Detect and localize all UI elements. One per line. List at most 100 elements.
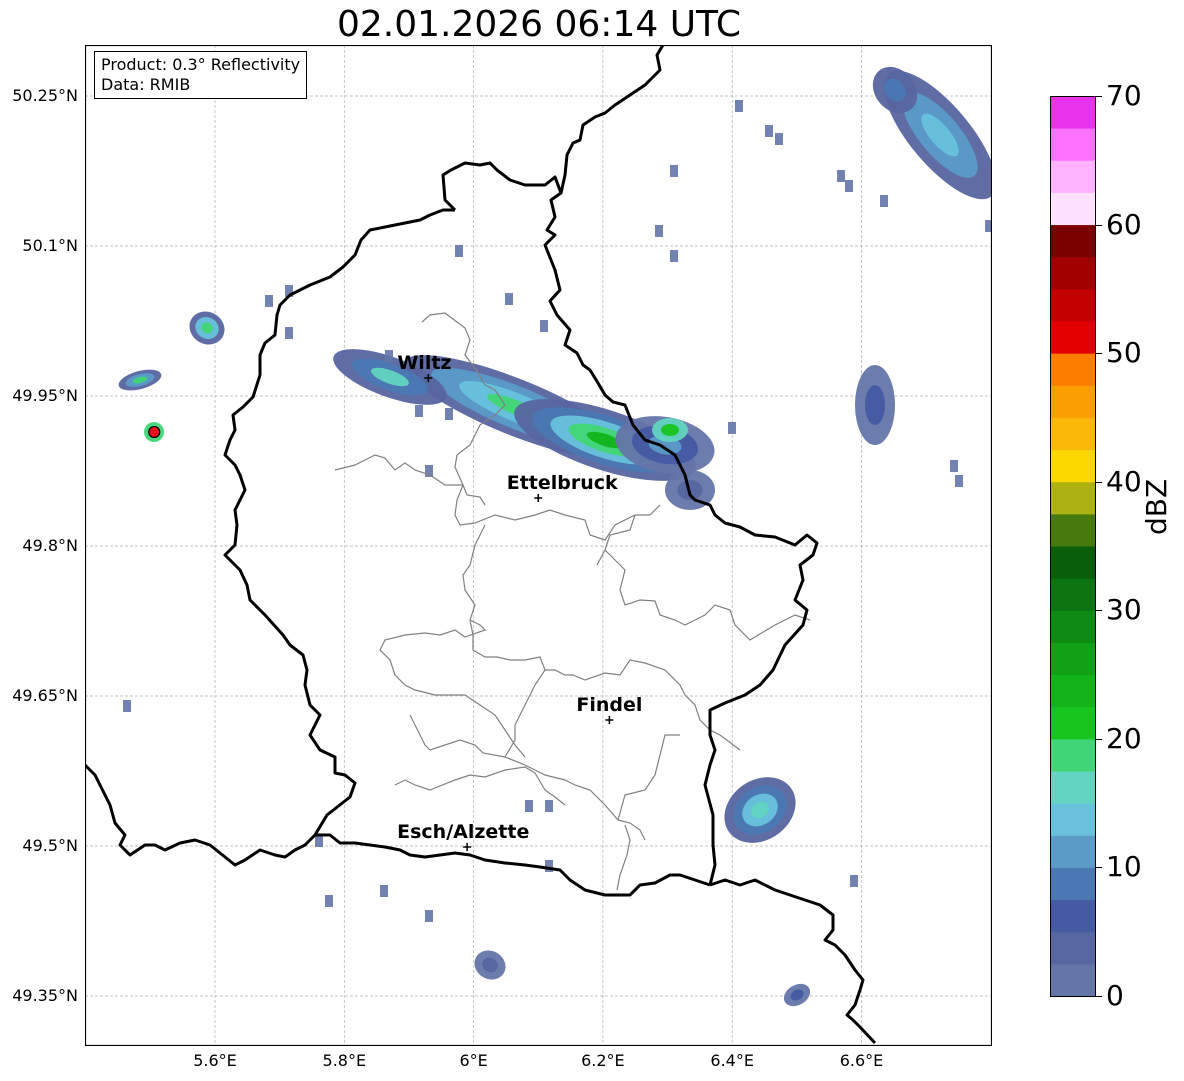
- national-border: [223, 208, 455, 836]
- echo-speck: [525, 800, 533, 812]
- colorbar-segment: [1050, 417, 1096, 451]
- canton-border: [616, 824, 631, 891]
- map-frame-border: [85, 45, 992, 1046]
- echo-speck: [837, 170, 845, 182]
- canton-border: [409, 714, 619, 821]
- lon-tick-label: 5.6°E: [193, 1051, 237, 1070]
- echo-speck: [728, 422, 736, 434]
- echo-speck: [775, 133, 783, 145]
- product-info-box: Product: 0.3° Reflectivity Data: RMIB: [94, 51, 308, 99]
- colorbar-tick-label: 60: [1106, 207, 1142, 241]
- echo-cell: [118, 369, 162, 391]
- colorbar-segment: [1050, 160, 1096, 193]
- colorbar-tick-mark: [1096, 996, 1102, 997]
- echo-speck: [123, 700, 131, 712]
- canton-border: [334, 454, 486, 506]
- echo-speck: [540, 320, 548, 332]
- colorbar-tick-label: 10: [1106, 850, 1142, 884]
- colorbar-segment: [1050, 610, 1096, 643]
- echo-speck: [880, 195, 888, 207]
- canton-border: [617, 734, 680, 821]
- gridlines: [85, 45, 992, 1046]
- echo-speck: [670, 165, 678, 177]
- colorbar-tick-label: 20: [1106, 721, 1142, 755]
- echo-cell: [855, 365, 895, 445]
- echo-speck: [385, 350, 393, 362]
- city-label-wiltz: Wiltz: [397, 352, 452, 374]
- echo-speck: [735, 100, 743, 112]
- colorbar-tick-label: 50: [1106, 336, 1142, 370]
- city-label-ettelbruck: Ettelbruck: [506, 472, 618, 494]
- colorbar-segment: [1050, 321, 1096, 354]
- colorbar-tick-mark: [1096, 867, 1102, 869]
- lat-tick-label: 49.35°N: [12, 986, 78, 1005]
- echo-speck: [655, 225, 663, 237]
- radar-map: [85, 45, 992, 1046]
- canton-border: [504, 669, 546, 758]
- echo-speck: [325, 895, 333, 907]
- echo-speck: [380, 885, 388, 897]
- colorbar-tick-mark: [1096, 610, 1102, 612]
- colorbar-segment: [1050, 674, 1096, 708]
- national-border: [441, 161, 819, 886]
- colorbar-segment: [1050, 931, 1096, 965]
- colorbar-segment: [1050, 899, 1096, 933]
- national-border: [85, 763, 317, 867]
- city-label-findel: Findel: [576, 694, 643, 716]
- colorbar-segment: [1050, 963, 1096, 997]
- canton-border: [617, 819, 646, 841]
- radar-site-marker: [148, 425, 161, 439]
- national-borders: [85, 45, 877, 1045]
- colorbar-segment: [1050, 738, 1096, 772]
- colorbar-tick-label: 40: [1106, 464, 1142, 498]
- lat-tick-label: 49.8°N: [22, 536, 78, 555]
- colorbar-segment: [1050, 578, 1096, 611]
- city-marker: [534, 494, 543, 502]
- echo-cell: [724, 777, 796, 843]
- colorbar-segment: [1050, 224, 1096, 258]
- colorbar-tick-mark: [1096, 353, 1102, 355]
- colorbar-segment: [1050, 128, 1096, 161]
- echo-speck: [315, 835, 323, 847]
- colorbar-segment: [1050, 706, 1096, 740]
- echo-speck: [845, 180, 853, 192]
- colorbar-tick-label: 30: [1106, 593, 1142, 627]
- colorbar: [1050, 96, 1096, 997]
- national-border: [559, 45, 665, 194]
- canton-border: [462, 524, 486, 621]
- lon-tick-label: 6.2°E: [581, 1051, 625, 1070]
- echo-speck: [505, 293, 513, 305]
- colorbar-tick-mark: [1096, 738, 1102, 740]
- colorbar-segment: [1050, 256, 1096, 290]
- echo-speck: [285, 327, 293, 339]
- city-marker: [605, 716, 614, 724]
- lat-tick-label: 50.25°N: [12, 86, 78, 105]
- colorbar-segment: [1050, 835, 1096, 868]
- echo-cell: [189, 311, 225, 345]
- colorbar-label: dBZ: [1140, 478, 1173, 535]
- lon-tick-label: 6.4°E: [710, 1051, 754, 1070]
- echo-speck: [415, 405, 423, 417]
- echo-speck: [950, 460, 958, 472]
- colorbar-segment: [1050, 353, 1096, 386]
- colorbar-segment: [1050, 192, 1096, 226]
- colorbar-segment: [1050, 546, 1096, 579]
- colorbar-tick-label: 0: [1106, 979, 1124, 1012]
- echo-speck: [545, 800, 553, 812]
- canton-border: [379, 619, 487, 676]
- colorbar-tick-mark: [1096, 96, 1102, 97]
- echo-cell: [783, 983, 811, 1007]
- colorbar-tick-mark: [1096, 224, 1102, 226]
- echo-speck: [265, 295, 273, 307]
- colorbar-segment: [1050, 867, 1096, 901]
- echo-cell: [652, 418, 688, 442]
- canton-border: [604, 549, 811, 641]
- echo-speck: [670, 250, 678, 262]
- colorbar-segment: [1050, 771, 1096, 804]
- colorbar-segment: [1050, 803, 1096, 836]
- city-label-eschalzette: Esch/Alzette: [397, 821, 530, 843]
- colorbar-segment: [1050, 449, 1096, 483]
- data-source-line: Data: RMIB: [101, 75, 191, 94]
- national-border: [709, 878, 877, 1045]
- lon-tick-label: 5.8°E: [322, 1051, 367, 1070]
